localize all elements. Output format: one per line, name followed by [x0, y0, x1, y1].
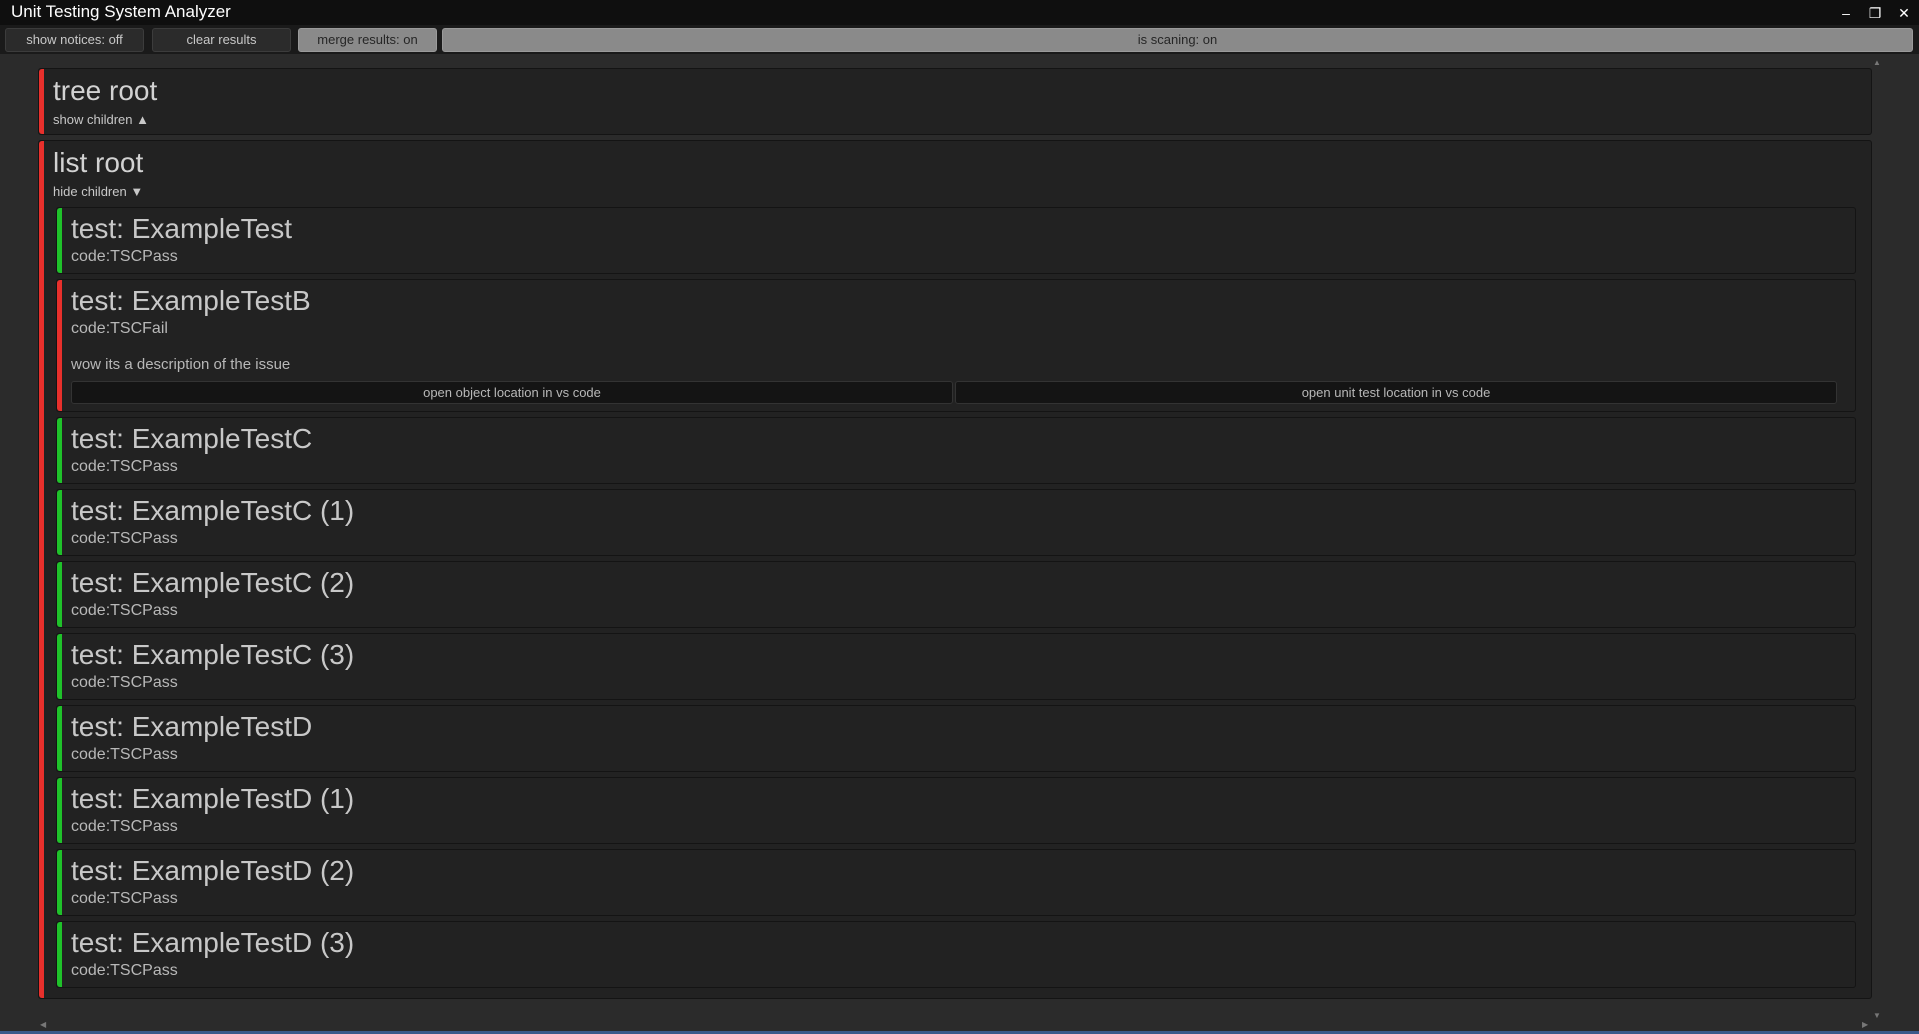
- merge-results-button[interactable]: merge results: on: [298, 28, 437, 52]
- test-title: test: ExampleTestD (3): [71, 927, 355, 958]
- title-bar: Unit Testing System Analyzer – ❐ ✕: [0, 0, 1919, 25]
- pass-status-stripe: [57, 208, 62, 273]
- test-title: test: ExampleTestD: [71, 711, 313, 742]
- show-children-toggle[interactable]: show children ▲: [53, 112, 149, 127]
- list-root-status-stripe: [39, 141, 44, 998]
- pass-status-stripe: [57, 778, 62, 843]
- issue-description: wow its a description of the issue: [71, 356, 291, 373]
- test-card[interactable]: test: ExampleTestD (1) code:TSCPass: [56, 777, 1856, 844]
- test-card[interactable]: test: ExampleTestC code:TSCPass: [56, 417, 1856, 484]
- open-unit-test-location-button[interactable]: open unit test location in vs code: [955, 381, 1837, 404]
- maximize-icon[interactable]: ❐: [1864, 3, 1886, 23]
- fail-status-stripe: [57, 280, 62, 411]
- test-card[interactable]: test: ExampleTestC (3) code:TSCPass: [56, 633, 1856, 700]
- list-root-title: list root: [53, 147, 144, 178]
- test-card[interactable]: test: ExampleTestD (3) code:TSCPass: [56, 921, 1856, 988]
- results-panel[interactable]: ▲ tree root show children ▲ list root hi…: [0, 54, 1919, 1032]
- pass-status-stripe: [57, 850, 62, 915]
- tree-root-title: tree root: [53, 75, 158, 106]
- tree-root-status-stripe: [39, 69, 44, 134]
- test-card[interactable]: test: ExampleTestC (1) code:TSCPass: [56, 489, 1856, 556]
- scroll-right-icon[interactable]: ▶: [1862, 1020, 1868, 1029]
- is-scanning-button[interactable]: is scaning: on: [442, 28, 1913, 52]
- minimize-icon[interactable]: –: [1835, 3, 1857, 23]
- test-title: test: ExampleTestC (3): [71, 639, 355, 670]
- pass-status-stripe: [57, 634, 62, 699]
- clear-results-button[interactable]: clear results: [152, 28, 291, 52]
- test-title: test: ExampleTestC (1): [71, 495, 355, 526]
- pass-status-stripe: [57, 706, 62, 771]
- open-object-location-button[interactable]: open object location in vs code: [71, 381, 953, 404]
- pass-status-stripe: [57, 922, 62, 987]
- test-title: test: ExampleTestC: [71, 423, 313, 454]
- close-icon[interactable]: ✕: [1893, 3, 1915, 23]
- test-title: test: ExampleTest: [71, 213, 292, 244]
- hide-children-toggle[interactable]: hide children ▼: [53, 184, 143, 199]
- pass-status-stripe: [57, 490, 62, 555]
- test-card[interactable]: test: ExampleTestD (2) code:TSCPass: [56, 849, 1856, 916]
- test-code: code:TSCPass: [71, 674, 178, 691]
- test-title: test: ExampleTestD (2): [71, 855, 355, 886]
- test-card[interactable]: test: ExampleTest code:TSCPass: [56, 207, 1856, 274]
- show-notices-button[interactable]: show notices: off: [5, 28, 144, 52]
- toolbar: show notices: off clear results merge re…: [0, 25, 1919, 54]
- test-code: code:TSCPass: [71, 248, 178, 265]
- list-root-card: list root hide children ▼ test: ExampleT…: [38, 140, 1872, 999]
- test-code: code:TSCPass: [71, 962, 178, 979]
- test-title: test: ExampleTestD (1): [71, 783, 355, 814]
- test-code: code:TSCPass: [71, 746, 178, 763]
- test-code: code:TSCPass: [71, 890, 178, 907]
- test-code: code:TSCPass: [71, 818, 178, 835]
- test-code: code:TSCFail: [71, 320, 168, 337]
- tree-root-card: tree root show children ▲: [38, 68, 1872, 135]
- test-card[interactable]: test: ExampleTestD code:TSCPass: [56, 705, 1856, 772]
- pass-status-stripe: [57, 562, 62, 627]
- test-card-failed[interactable]: test: ExampleTestB code:TSCFail wow its …: [56, 279, 1856, 412]
- test-code: code:TSCPass: [71, 530, 178, 547]
- scroll-up-icon[interactable]: ▲: [1873, 58, 1881, 67]
- window-title: Unit Testing System Analyzer: [11, 2, 231, 21]
- test-code: code:TSCPass: [71, 602, 178, 619]
- test-code: code:TSCPass: [71, 458, 178, 475]
- scroll-down-icon[interactable]: ▼: [1873, 1011, 1881, 1020]
- scroll-left-icon[interactable]: ◀: [40, 1020, 46, 1029]
- pass-status-stripe: [57, 418, 62, 483]
- test-title: test: ExampleTestC (2): [71, 567, 355, 598]
- test-title: test: ExampleTestB: [71, 285, 311, 316]
- test-card[interactable]: test: ExampleTestC (2) code:TSCPass: [56, 561, 1856, 628]
